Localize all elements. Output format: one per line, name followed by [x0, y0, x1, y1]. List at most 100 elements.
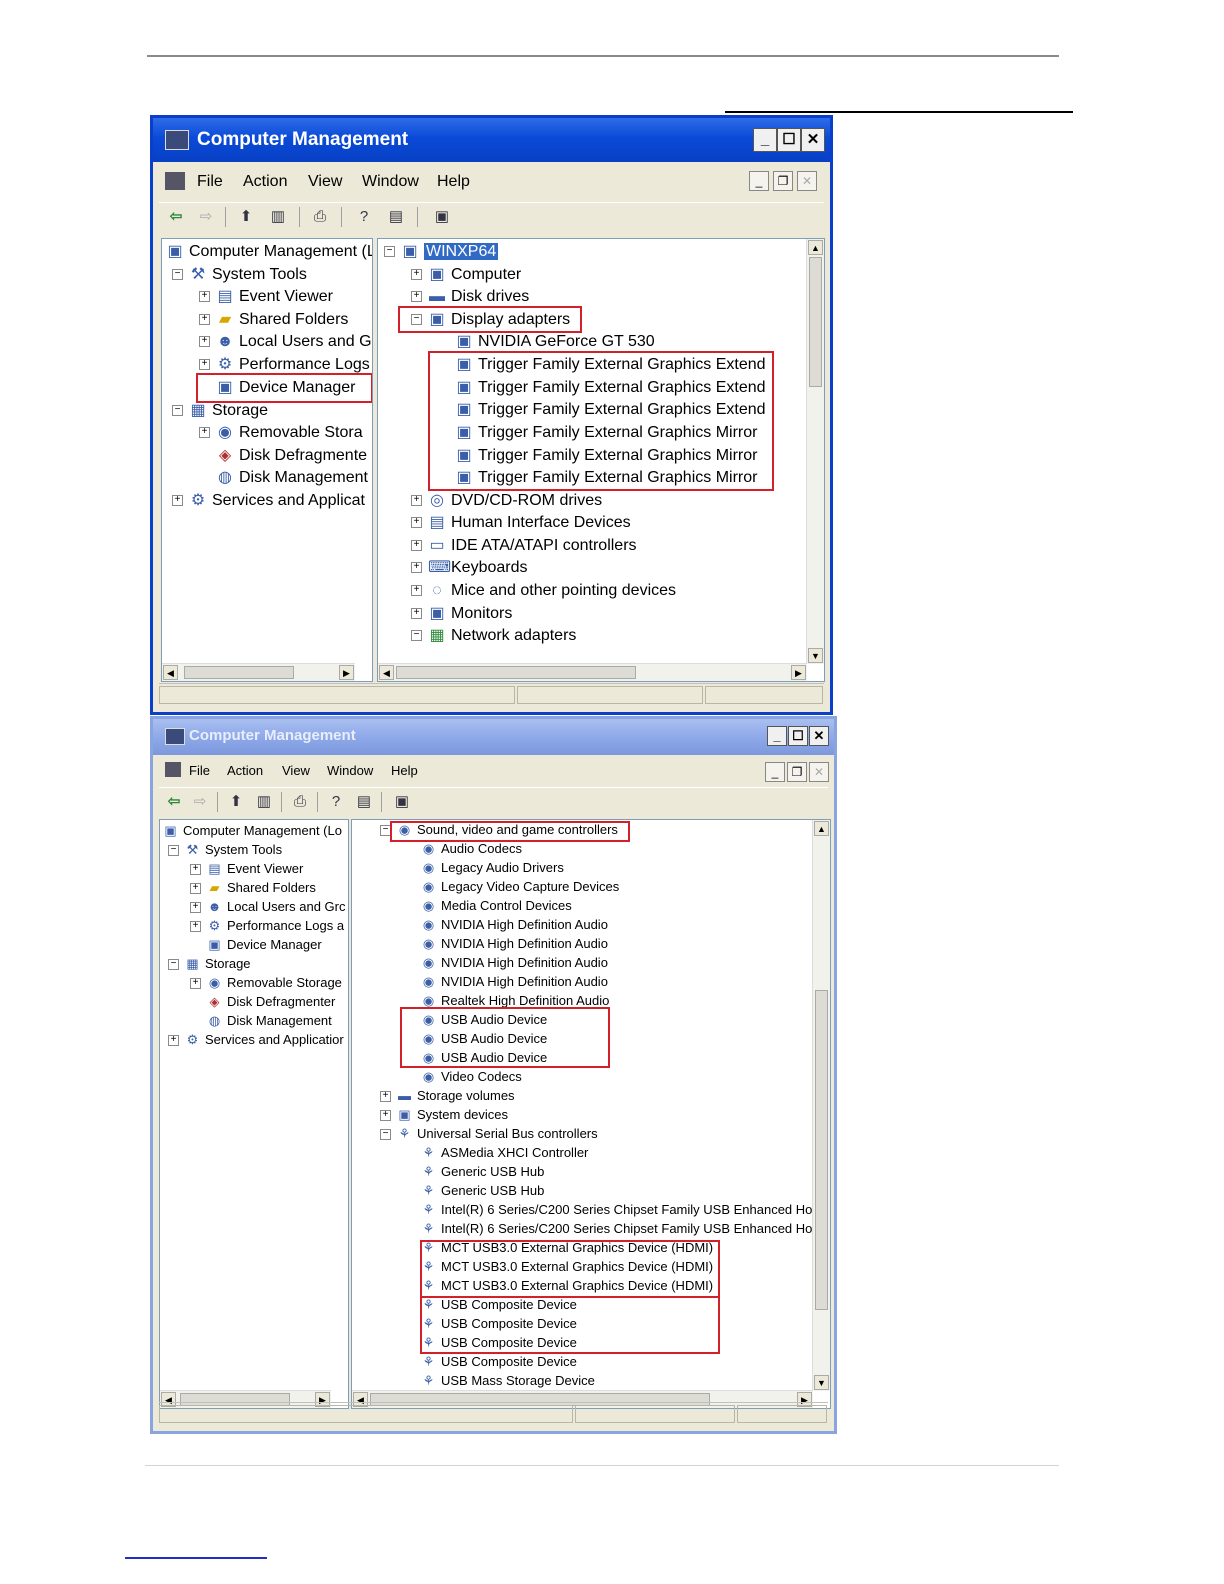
tree-item-ide-controllers[interactable]: + ▭ IDE ATA/ATAPI controllers — [411, 535, 637, 557]
expand-icon[interactable]: + — [411, 495, 422, 507]
scroll-thumb[interactable] — [815, 990, 828, 1310]
menu-window[interactable]: Window — [327, 763, 373, 778]
expand-icon[interactable]: + — [199, 314, 210, 326]
expand-icon[interactable]: + — [190, 883, 201, 895]
expand-icon[interactable]: + — [411, 540, 422, 552]
tree-item-computer-management[interactable]: ▣ Computer Management (Lo — [163, 822, 342, 840]
collapse-icon[interactable]: − — [172, 269, 183, 281]
child-minimize-button[interactable]: _ — [765, 762, 785, 782]
expand-icon[interactable]: + — [199, 336, 210, 348]
tree-item-performance-logs[interactable]: + ⚙ Performance Logs a — [190, 917, 344, 935]
expand-icon[interactable]: + — [380, 1091, 391, 1103]
tree-item-usb-mass-storage[interactable]: ⚘ USB Mass Storage Device — [404, 1372, 595, 1390]
tree-item-mice[interactable]: + ◌ Mice and other pointing devices — [411, 580, 676, 602]
tree-item-computer[interactable]: + ▣ Computer — [411, 264, 521, 286]
tree-item-event-viewer[interactable]: + ▤ Event Viewer — [190, 860, 303, 878]
expand-icon[interactable]: + — [411, 269, 422, 281]
horizontal-scrollbar[interactable]: ◀ ▶ — [378, 663, 807, 681]
menu-action[interactable]: Action — [227, 763, 263, 778]
tree-item-removable-storage[interactable]: + ◉ Removable Stora — [199, 422, 363, 444]
expand-icon[interactable]: + — [199, 359, 210, 371]
minimize-button[interactable]: _ — [767, 726, 787, 746]
show-hide-tree-icon[interactable]: ▥ — [253, 791, 275, 813]
tree-item-intel-usb-host[interactable]: ⚘ Intel(R) 6 Series/C200 Series Chipset F… — [404, 1201, 823, 1219]
tree-item-network-adapters[interactable]: − ▦ Network adapters — [411, 625, 576, 647]
help-icon[interactable]: ? — [325, 791, 347, 813]
scroll-thumb[interactable] — [184, 666, 294, 679]
tree-item-nvidia-audio[interactable]: ◉ NVIDIA High Definition Audio — [404, 954, 608, 972]
child-close-button[interactable]: ✕ — [797, 171, 817, 191]
back-arrow-icon[interactable]: ⇦ — [165, 206, 187, 228]
expand-icon[interactable]: + — [190, 978, 201, 990]
tree-item-asmedia-xhci[interactable]: ⚘ ASMedia XHCI Controller — [404, 1144, 589, 1162]
tree-item-nvidia-audio[interactable]: ◉ NVIDIA High Definition Audio — [404, 916, 608, 934]
menu-file[interactable]: File — [197, 173, 223, 191]
child-minimize-button[interactable]: _ — [749, 171, 769, 191]
title-bar[interactable]: Computer Management _ ☐ ✕ — [153, 719, 834, 755]
expand-icon[interactable]: + — [411, 291, 422, 303]
tree-item-services-applications[interactable]: + ⚙ Services and Applicatior — [168, 1031, 344, 1049]
tree-item-removable-storage[interactable]: + ◉ Removable Storage — [190, 974, 342, 992]
tree-item-nvidia-audio[interactable]: ◉ NVIDIA High Definition Audio — [404, 935, 608, 953]
close-button[interactable]: ✕ — [801, 128, 825, 152]
collapse-icon[interactable]: − — [172, 405, 183, 417]
expand-icon[interactable]: + — [172, 495, 183, 507]
tree-item-local-users[interactable]: + ☻ Local Users and G — [199, 331, 372, 353]
collapse-icon[interactable]: − — [411, 630, 422, 642]
tree-item-human-interface[interactable]: + ▤ Human Interface Devices — [411, 512, 631, 534]
tree-item-keyboards[interactable]: + ⌨Keyboards — [411, 557, 528, 579]
tree-item-generic-usb-hub[interactable]: ⚘ Generic USB Hub — [404, 1182, 545, 1200]
up-folder-icon[interactable]: ⬆ — [235, 206, 257, 228]
scroll-down-arrow[interactable]: ▼ — [808, 648, 823, 663]
scroll-right-arrow[interactable]: ▶ — [339, 665, 354, 680]
back-arrow-icon[interactable]: ⇦ — [163, 791, 185, 813]
scroll-thumb[interactable] — [809, 257, 822, 387]
expand-icon[interactable]: + — [199, 291, 210, 303]
tree-item-disk-defragmenter[interactable]: ◈ Disk Defragmente — [199, 445, 367, 467]
tree-item-legacy-audio[interactable]: ◉ Legacy Audio Drivers — [404, 859, 564, 877]
title-bar[interactable]: Computer Management _ ☐ ✕ — [153, 118, 830, 162]
tree-item-shared-folders[interactable]: + ▰ Shared Folders — [190, 879, 316, 897]
vertical-scrollbar[interactable]: ▲ ▼ — [806, 239, 824, 664]
tree-item-audio-codecs[interactable]: ◉ Audio Codecs — [404, 840, 522, 858]
tree-item-local-users[interactable]: + ☻ Local Users and Grc — [190, 898, 346, 916]
close-button[interactable]: ✕ — [809, 726, 829, 746]
expand-icon[interactable]: + — [380, 1110, 391, 1122]
tree-item-winxp64[interactable]: − ▣ WINXP64 — [384, 241, 499, 263]
tree-item-intel-usb-host[interactable]: ⚘ Intel(R) 6 Series/C200 Series Chipset F… — [404, 1220, 823, 1238]
tree-item-disk-drives[interactable]: + ▬ Disk drives — [411, 286, 529, 308]
properties-icon[interactable]: ▤ — [353, 791, 375, 813]
properties-icon[interactable]: ▤ — [385, 206, 407, 228]
collapse-icon[interactable]: − — [384, 246, 395, 258]
tree-item-usb-composite[interactable]: ⚘ USB Composite Device — [404, 1353, 577, 1371]
scroll-up-arrow[interactable]: ▲ — [808, 240, 823, 255]
tree-item-storage[interactable]: − ▦ Storage — [168, 955, 251, 973]
tree-item-storage[interactable]: − ▦ Storage — [172, 400, 268, 422]
tree-item-nvidia-audio[interactable]: ◉ NVIDIA High Definition Audio — [404, 973, 608, 991]
menu-view[interactable]: View — [282, 763, 310, 778]
tree-item-nvidia-geforce[interactable]: ▣ NVIDIA GeForce GT 530 — [438, 331, 654, 353]
tree-item-dvd-cdrom[interactable]: + ◎ DVD/CD-ROM drives — [411, 490, 602, 512]
scroll-down-arrow[interactable]: ▼ — [814, 1375, 829, 1390]
expand-icon[interactable]: + — [190, 902, 201, 914]
menu-help[interactable]: Help — [437, 173, 470, 191]
expand-icon[interactable]: + — [411, 517, 422, 529]
child-restore-button[interactable]: ❐ — [787, 762, 807, 782]
print-icon[interactable]: ⎙ — [309, 206, 331, 228]
expand-icon[interactable]: + — [199, 427, 210, 439]
tree-item-media-control[interactable]: ◉ Media Control Devices — [404, 897, 572, 915]
scroll-left-arrow[interactable]: ◀ — [163, 665, 178, 680]
scroll-left-arrow[interactable]: ◀ — [379, 665, 394, 680]
mmc-menu-icon[interactable] — [165, 172, 185, 190]
collapse-icon[interactable]: − — [380, 1129, 391, 1141]
mmc-menu-icon[interactable] — [165, 762, 181, 777]
maximize-button[interactable]: ☐ — [788, 726, 808, 746]
tree-item-services-applications[interactable]: + ⚙ Services and Applicat — [172, 490, 365, 512]
scroll-right-arrow[interactable]: ▶ — [791, 665, 806, 680]
tree-item-disk-management[interactable]: ◍ Disk Management — [190, 1012, 332, 1030]
menu-action[interactable]: Action — [243, 173, 287, 191]
expand-icon[interactable]: + — [411, 585, 422, 597]
up-folder-icon[interactable]: ⬆ — [225, 791, 247, 813]
expand-icon[interactable]: + — [190, 921, 201, 933]
menu-help[interactable]: Help — [391, 763, 418, 778]
